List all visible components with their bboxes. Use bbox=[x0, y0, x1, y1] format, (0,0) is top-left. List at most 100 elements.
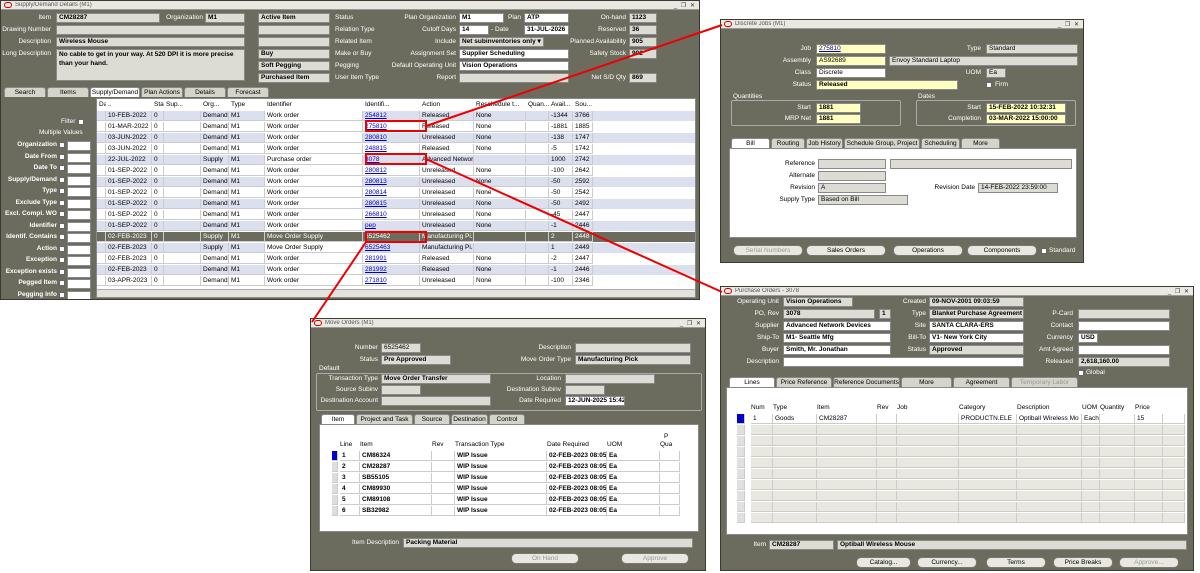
table-cell[interactable]: 280814 bbox=[363, 188, 420, 198]
table-row[interactable]: 01-SEP-2022 0 Demand M1 Work order 280812 Unre… bbox=[97, 166, 695, 176]
column-header[interactable]: .. bbox=[108, 101, 152, 108]
jobs-tab[interactable]: Job History bbox=[806, 138, 843, 148]
table-cell[interactable]: 280815 bbox=[363, 199, 420, 209]
po-empty-row[interactable] bbox=[737, 513, 1185, 523]
mo-column-header[interactable]: Rev bbox=[432, 441, 455, 448]
po-empty-row[interactable] bbox=[737, 480, 1185, 490]
table-row[interactable]: 03-JUN-2022 0 Demand M1 Work order 248815 Rele… bbox=[97, 144, 695, 154]
po-cell[interactable]: Optiball Wireless Mo bbox=[1017, 414, 1082, 424]
mo-tab[interactable]: Item bbox=[321, 414, 355, 424]
filter-value-field[interactable] bbox=[67, 164, 91, 174]
mo-tab[interactable]: Destination bbox=[451, 414, 488, 424]
filter-value-field[interactable] bbox=[67, 290, 91, 299]
mo-tab[interactable]: Source bbox=[414, 414, 450, 424]
po-cell[interactable]: 15 bbox=[1135, 414, 1163, 424]
column-header[interactable]: Type bbox=[231, 101, 265, 108]
bill-to-field[interactable]: V1- New York City bbox=[929, 333, 1024, 343]
assignment-set-field[interactable]: Supplier Scheduling bbox=[459, 49, 569, 59]
mo-line-row[interactable]: 6 SB32982 WIP Issue 02-FEB-2023 08:05:1 Ea bbox=[332, 506, 682, 516]
jobs-tab[interactable]: Routing bbox=[771, 138, 805, 148]
mo-approve-button[interactable]: Approve bbox=[621, 553, 689, 564]
trans-type-field[interactable]: Move Order Transfer bbox=[381, 374, 491, 384]
row-marker[interactable] bbox=[97, 155, 106, 165]
po-empty-row[interactable] bbox=[737, 469, 1185, 479]
window-controls-icon[interactable]: _ ❐ ✕ bbox=[674, 2, 696, 9]
window-controls-icon[interactable]: _ ❐ ✕ bbox=[680, 320, 702, 327]
mo-tab[interactable]: Control bbox=[489, 414, 525, 424]
mo-column-header[interactable]: Transaction Type bbox=[455, 441, 547, 448]
mo-line-row[interactable]: 3 SB55105 WIP Issue 02-FEB-2023 08:05:1 Ea bbox=[332, 473, 682, 483]
row-marker[interactable] bbox=[97, 254, 106, 264]
serial-numbers-button[interactable]: Serial Numbers bbox=[733, 245, 803, 256]
po-tab[interactable]: Agreement bbox=[953, 377, 1010, 387]
row-marker[interactable] bbox=[97, 221, 106, 231]
filter-checkbox-item[interactable] bbox=[59, 199, 65, 206]
filter-value-field[interactable] bbox=[67, 141, 91, 151]
row-marker[interactable] bbox=[332, 451, 338, 461]
jobs-tab[interactable]: Bill bbox=[731, 138, 770, 148]
row-marker[interactable] bbox=[97, 111, 106, 121]
table-cell[interactable]: 6525463 bbox=[363, 243, 420, 253]
row-marker[interactable] bbox=[97, 166, 106, 176]
po-number-field[interactable]: 3078 bbox=[783, 309, 875, 319]
source-subinv-field[interactable] bbox=[381, 385, 421, 395]
on-hand-button[interactable]: On Hand bbox=[511, 553, 579, 564]
org-field[interactable]: M1 bbox=[205, 13, 245, 23]
row-marker[interactable] bbox=[737, 513, 745, 523]
type-select[interactable]: Standard bbox=[986, 44, 1078, 54]
contact-field[interactable] bbox=[1078, 321, 1170, 331]
row-marker[interactable] bbox=[737, 502, 745, 512]
column-header[interactable]: Action bbox=[422, 101, 474, 108]
filter-value-field[interactable] bbox=[67, 233, 91, 243]
cutoff-date-field[interactable]: 31-JUL-2026 bbox=[524, 25, 569, 35]
filter-value-field[interactable] bbox=[67, 244, 91, 255]
po-column-header[interactable]: Type bbox=[773, 404, 817, 411]
table-row[interactable]: 01-SEP-2022 0 Demand M1 Work order 280815 Unre… bbox=[97, 199, 695, 209]
po-cell[interactable] bbox=[897, 414, 959, 424]
row-marker[interactable] bbox=[332, 484, 338, 494]
mo-tab[interactable]: Project and Task bbox=[356, 414, 413, 424]
start-date-field[interactable]: 15-FEB-2022 10:32:31 bbox=[986, 103, 1066, 113]
row-marker[interactable] bbox=[97, 232, 106, 242]
mo-qty-cell[interactable] bbox=[660, 484, 680, 494]
filter-value-field[interactable] bbox=[67, 267, 91, 278]
po-tab[interactable]: Lines bbox=[729, 377, 775, 387]
mo-column-header[interactable]: Line bbox=[340, 441, 360, 448]
po-column-header[interactable]: Quantity bbox=[1100, 404, 1135, 411]
report-field[interactable] bbox=[459, 73, 569, 83]
table-cell[interactable]: 254812 bbox=[363, 111, 420, 121]
po-column-header[interactable]: Rev bbox=[877, 404, 897, 411]
firm-checkbox[interactable] bbox=[986, 82, 992, 88]
po-tab[interactable]: Reference Documents bbox=[833, 377, 900, 387]
jobs-tab[interactable]: Schedule Group, Project bbox=[844, 138, 920, 148]
class-field[interactable]: Discrete bbox=[816, 68, 886, 78]
table-row[interactable]: 01-SEP-2022 0 Demand M1 Work order pep Unrelea… bbox=[97, 221, 695, 231]
po-cell[interactable] bbox=[1163, 414, 1185, 424]
dest-subinv-field[interactable] bbox=[565, 385, 605, 395]
po-empty-row[interactable] bbox=[737, 436, 1185, 446]
row-marker[interactable] bbox=[97, 133, 106, 143]
cutoff-days-field[interactable]: 14 bbox=[459, 25, 489, 35]
table-row[interactable]: 22-JUL-2022 0 Supply M1 Purchase order 3078 Ad… bbox=[97, 155, 695, 165]
alternate-field[interactable] bbox=[818, 171, 886, 181]
window-controls-icon[interactable]: _ ❐ ✕ bbox=[1058, 21, 1080, 28]
mrp-net-field[interactable]: 1881 bbox=[816, 114, 861, 124]
table-cell[interactable]: 280813 bbox=[363, 177, 420, 187]
po-tab[interactable]: Price Reference bbox=[776, 377, 832, 387]
approve-button[interactable]: Approve... bbox=[1119, 557, 1179, 568]
table-cell[interactable]: 3078 bbox=[363, 155, 420, 165]
po-column-header[interactable]: Price bbox=[1135, 404, 1163, 411]
jobs-tab[interactable]: More bbox=[961, 138, 1000, 148]
components-button[interactable]: Components bbox=[967, 245, 1037, 256]
filter-checkbox-item[interactable] bbox=[59, 153, 65, 160]
filter-checkbox[interactable] bbox=[78, 119, 84, 125]
column-header[interactable]: Sou... bbox=[575, 101, 593, 108]
row-marker[interactable] bbox=[97, 265, 106, 275]
chevron-down-icon[interactable]: ▾ bbox=[538, 38, 541, 45]
sales-orders-button[interactable]: Sales Orders bbox=[806, 245, 886, 256]
tab-plan-actions[interactable]: Plan Actions bbox=[141, 87, 183, 97]
row-marker[interactable] bbox=[737, 491, 745, 501]
row-marker[interactable] bbox=[332, 473, 338, 483]
column-header[interactable]: Quan... bbox=[528, 101, 549, 108]
po-tab[interactable]: More bbox=[901, 377, 952, 387]
